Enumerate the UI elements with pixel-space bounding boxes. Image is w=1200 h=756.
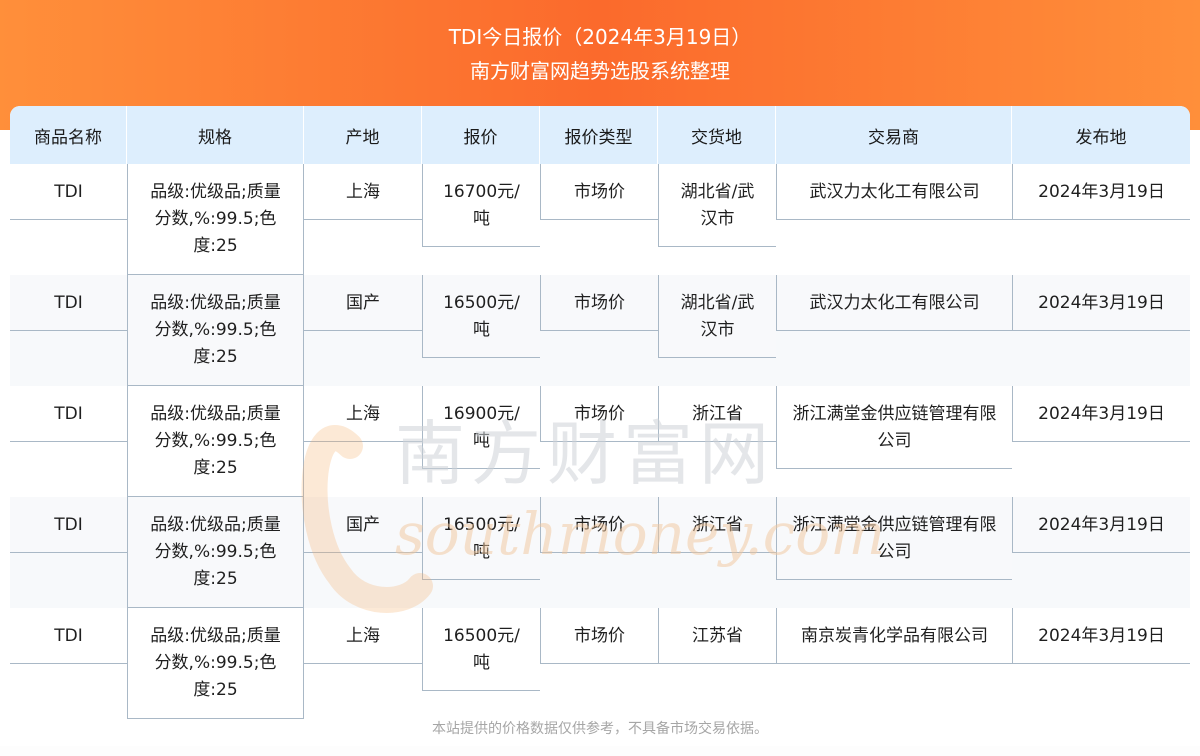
table-row: TDI 品级:优级品;质量分数,%:99.5;色度:25 上海 16700元/吨…: [10, 164, 1190, 275]
cell-origin: 上海: [304, 386, 422, 442]
cell-price-type: 市场价: [540, 386, 658, 442]
cell-price: 16500元/吨: [422, 608, 540, 691]
cell-name: TDI: [10, 497, 127, 553]
cell-name: TDI: [10, 164, 127, 220]
cell-origin: 国产: [304, 497, 422, 553]
cell-price-type: 市场价: [540, 275, 658, 331]
cell-trader: 浙江满堂金供应链管理有限公司: [776, 497, 1012, 580]
table-row: TDI 品级:优级品;质量分数,%:99.5;色度:25 上海 16900元/吨…: [10, 386, 1190, 497]
footer-disclaimer: 本站提供的价格数据仅供参考，不具备市场交易依据。: [432, 721, 768, 737]
cell-price: 16900元/吨: [422, 386, 540, 469]
cell-trader: 武汉力太化工有限公司: [776, 275, 1012, 331]
page-subtitle: 南方财富网趋势选股系统整理: [470, 59, 730, 83]
price-table-card: 商品名称 规格 产地 报价 报价类型 交货地 交易商 发布地 TDI 品级:优级…: [10, 106, 1190, 746]
column-header-price[interactable]: 报价: [422, 106, 540, 164]
cell-price-type: 市场价: [540, 164, 658, 220]
cell-origin: 上海: [304, 608, 422, 664]
cell-trader: 武汉力太化工有限公司: [776, 164, 1012, 220]
cell-price-type: 市场价: [540, 608, 658, 664]
page-title: TDI今日报价（2024年3月19日）: [448, 25, 752, 49]
cell-price: 16700元/吨: [422, 164, 540, 247]
cell-date: 2024年3月19日: [1012, 497, 1190, 553]
cell-origin: 国产: [304, 275, 422, 331]
cell-spec: 品级:优级品;质量分数,%:99.5;色度:25: [127, 275, 304, 386]
column-header-origin[interactable]: 产地: [304, 106, 422, 164]
cell-name: TDI: [10, 608, 127, 664]
cell-price: 16500元/吨: [422, 275, 540, 358]
cell-date: 2024年3月19日: [1012, 386, 1190, 442]
cell-spec: 品级:优级品;质量分数,%:99.5;色度:25: [127, 164, 304, 275]
cell-name: TDI: [10, 386, 127, 442]
cell-date: 2024年3月19日: [1012, 164, 1190, 220]
cell-name: TDI: [10, 275, 127, 331]
table-row: TDI 品级:优级品;质量分数,%:99.5;色度:25 上海 16500元/吨…: [10, 608, 1190, 719]
cell-spec: 品级:优级品;质量分数,%:99.5;色度:25: [127, 386, 304, 497]
cell-price-type: 市场价: [540, 497, 658, 553]
table-header-row: 商品名称 规格 产地 报价 报价类型 交货地 交易商 发布地: [10, 106, 1190, 164]
price-table: 商品名称 规格 产地 报价 报价类型 交货地 交易商 发布地 TDI 品级:优级…: [10, 106, 1190, 719]
column-header-trader[interactable]: 交易商: [776, 106, 1012, 164]
cell-trader: 南京炭青化学品有限公司: [776, 608, 1012, 664]
cell-delivery: 湖北省/武汉市: [658, 164, 776, 247]
cell-date: 2024年3月19日: [1012, 275, 1190, 331]
cell-spec: 品级:优级品;质量分数,%:99.5;色度:25: [127, 497, 304, 608]
table-row: TDI 品级:优级品;质量分数,%:99.5;色度:25 国产 16500元/吨…: [10, 275, 1190, 386]
bottom-strip: [0, 746, 1200, 756]
cell-delivery: 江苏省: [658, 608, 776, 664]
table-row: TDI 品级:优级品;质量分数,%:99.5;色度:25 国产 16500元/吨…: [10, 497, 1190, 608]
cell-price: 16500元/吨: [422, 497, 540, 580]
cell-origin: 上海: [304, 164, 422, 220]
column-header-date[interactable]: 发布地: [1012, 106, 1190, 164]
column-header-spec[interactable]: 规格: [127, 106, 304, 164]
cell-trader: 浙江满堂金供应链管理有限公司: [776, 386, 1012, 469]
cell-delivery: 浙江省: [658, 386, 776, 442]
column-header-name[interactable]: 商品名称: [10, 106, 127, 164]
column-header-delivery[interactable]: 交货地: [658, 106, 776, 164]
column-header-price-type[interactable]: 报价类型: [540, 106, 658, 164]
cell-spec: 品级:优级品;质量分数,%:99.5;色度:25: [127, 608, 304, 719]
cell-delivery: 湖北省/武汉市: [658, 275, 776, 358]
cell-delivery: 浙江省: [658, 497, 776, 553]
cell-date: 2024年3月19日: [1012, 608, 1190, 664]
